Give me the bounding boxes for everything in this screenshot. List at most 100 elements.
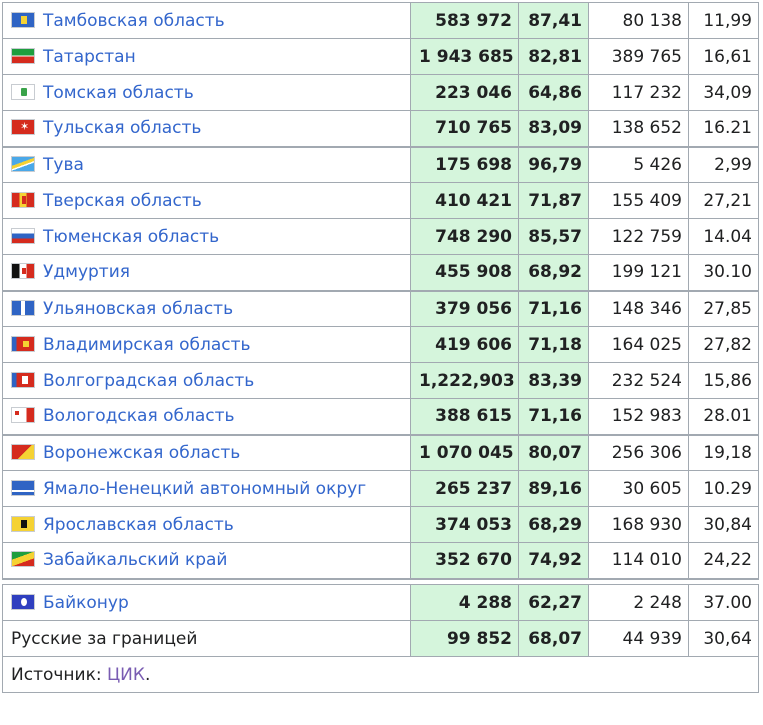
votes-cell: 374 053 xyxy=(410,506,519,543)
region-cell: Русские за границей xyxy=(2,620,411,657)
region-cell: Татарстан xyxy=(2,38,411,75)
region-cell: ✶ Тульская область xyxy=(2,110,411,148)
region-cell: Волгоградская область xyxy=(2,362,411,399)
percent-other-cell: 19,18 xyxy=(688,434,759,471)
votes-cell: 175 698 xyxy=(410,146,519,183)
votes-other-cell: 164 025 xyxy=(588,326,689,363)
votes-cell: 99 852 xyxy=(410,620,519,657)
region-link[interactable]: Забайкальский край xyxy=(43,550,227,570)
votes-cell: 379 056 xyxy=(410,290,519,327)
region-link[interactable]: Удмуртия xyxy=(43,262,130,282)
votes-other-cell: 80 138 xyxy=(588,2,689,39)
table-row: Вологодская область 388 615 71,16 152 98… xyxy=(2,398,759,436)
tambov-flag-icon xyxy=(11,11,35,28)
votes-other-cell: 117 232 xyxy=(588,74,689,111)
percent-cell: 82,81 xyxy=(518,38,589,75)
region-link[interactable]: Тульская область xyxy=(43,118,201,138)
region-label: Русские за границей xyxy=(11,628,198,649)
votes-cell: 455 908 xyxy=(410,254,519,292)
region-cell: Удмуртия xyxy=(2,254,411,292)
region-cell: Ямало-Ненецкий автономный округ xyxy=(2,470,411,507)
region-link[interactable]: Томская область xyxy=(43,83,194,103)
region-link[interactable]: Байконур xyxy=(43,593,129,613)
votes-cell: 388 615 xyxy=(410,398,519,436)
votes-other-cell: 256 306 xyxy=(588,434,689,471)
percent-cell: 71,16 xyxy=(518,398,589,436)
votes-cell: 419 606 xyxy=(410,326,519,363)
table-row: Тверская область 410 421 71,87 155 409 2… xyxy=(2,182,759,219)
region-cell: Владимирская область xyxy=(2,326,411,363)
percent-cell: 68,07 xyxy=(518,620,589,657)
tula-flag-icon: ✶ xyxy=(11,119,35,136)
votes-cell: 1 070 045 xyxy=(410,434,519,471)
votes-other-cell: 152 983 xyxy=(588,398,689,436)
region-link[interactable]: Вологодская область xyxy=(43,406,235,426)
table-row: Тамбовская область 583 972 87,41 80 138 … xyxy=(2,2,759,39)
region-link[interactable]: Тюменская область xyxy=(43,227,219,247)
percent-other-cell: 2,99 xyxy=(688,146,759,183)
percent-other-cell: 24,22 xyxy=(688,542,759,580)
percent-cell: 71,16 xyxy=(518,290,589,327)
percent-cell: 64,86 xyxy=(518,74,589,111)
percent-cell: 71,87 xyxy=(518,182,589,219)
votes-other-cell: 114 010 xyxy=(588,542,689,580)
percent-cell: 83,09 xyxy=(518,110,589,148)
source-prefix: Источник: xyxy=(11,664,107,685)
region-link[interactable]: Ярославская область xyxy=(43,515,234,535)
region-link[interactable]: Воронежская область xyxy=(43,443,240,463)
percent-cell: 68,29 xyxy=(518,506,589,543)
votes-other-cell: 30 605 xyxy=(588,470,689,507)
votes-cell: 223 046 xyxy=(410,74,519,111)
percent-cell: 85,57 xyxy=(518,218,589,255)
percent-other-cell: 10.29 xyxy=(688,470,759,507)
table-row: Татарстан 1 943 685 82,81 389 765 16,61 xyxy=(2,38,759,75)
percent-other-cell: 15,86 xyxy=(688,362,759,399)
table-row: Забайкальский край 352 670 74,92 114 010… xyxy=(2,542,759,580)
region-cell: Забайкальский край xyxy=(2,542,411,580)
votes-cell: 410 421 xyxy=(410,182,519,219)
percent-other-cell: 16,61 xyxy=(688,38,759,75)
ulyanovsk-flag-icon xyxy=(11,299,35,316)
table-row: Тюменская область 748 290 85,57 122 759 … xyxy=(2,218,759,255)
tver-flag-icon xyxy=(11,191,35,208)
region-link[interactable]: Татарстан xyxy=(43,47,136,67)
votes-other-cell: 232 524 xyxy=(588,362,689,399)
votes-cell: 748 290 xyxy=(410,218,519,255)
region-cell: Ярославская область xyxy=(2,506,411,543)
tyumen-flag-icon xyxy=(11,227,35,244)
region-link[interactable]: Тува xyxy=(43,155,84,175)
votes-cell: 583 972 xyxy=(410,2,519,39)
percent-other-cell: 14.04 xyxy=(688,218,759,255)
region-link[interactable]: Ямало-Ненецкий автономный округ xyxy=(43,479,366,499)
table-row: Владимирская область 419 606 71,18 164 0… xyxy=(2,326,759,363)
percent-cell: 96,79 xyxy=(518,146,589,183)
region-link[interactable]: Тверская область xyxy=(43,191,202,211)
percent-other-cell: 30.10 xyxy=(688,254,759,292)
votes-other-cell: 122 759 xyxy=(588,218,689,255)
votes-cell: 1,222,903 xyxy=(410,362,519,399)
percent-cell: 87,41 xyxy=(518,2,589,39)
percent-cell: 68,92 xyxy=(518,254,589,292)
region-cell: Тамбовская область xyxy=(2,2,411,39)
percent-other-cell: 34,09 xyxy=(688,74,759,111)
yaroslavl-flag-icon xyxy=(11,515,35,532)
votes-cell: 352 670 xyxy=(410,542,519,580)
region-link[interactable]: Ульяновская область xyxy=(43,299,233,319)
region-link[interactable]: Тамбовская область xyxy=(43,11,225,31)
percent-other-cell: 27,85 xyxy=(688,290,759,327)
source-cell: Источник: ЦИК. xyxy=(2,656,759,693)
source-link[interactable]: ЦИК xyxy=(107,665,145,685)
votes-cell: 4 288 xyxy=(410,584,519,621)
region-link[interactable]: Волгоградская область xyxy=(43,371,254,391)
baikonur-flag-icon xyxy=(11,593,35,610)
table-row: Тува 175 698 96,79 5 426 2,99 xyxy=(2,146,759,183)
percent-cell: 62,27 xyxy=(518,584,589,621)
region-cell: Тува xyxy=(2,146,411,183)
votes-cell: 1 943 685 xyxy=(410,38,519,75)
region-cell: Байконур xyxy=(2,584,411,621)
region-link[interactable]: Владимирская область xyxy=(43,335,251,355)
percent-cell: 89,16 xyxy=(518,470,589,507)
table-row: Удмуртия 455 908 68,92 199 121 30.10 xyxy=(2,254,759,292)
table-row: Русские за границей 99 852 68,07 44 939 … xyxy=(2,620,759,657)
vologda-flag-icon xyxy=(11,407,35,424)
